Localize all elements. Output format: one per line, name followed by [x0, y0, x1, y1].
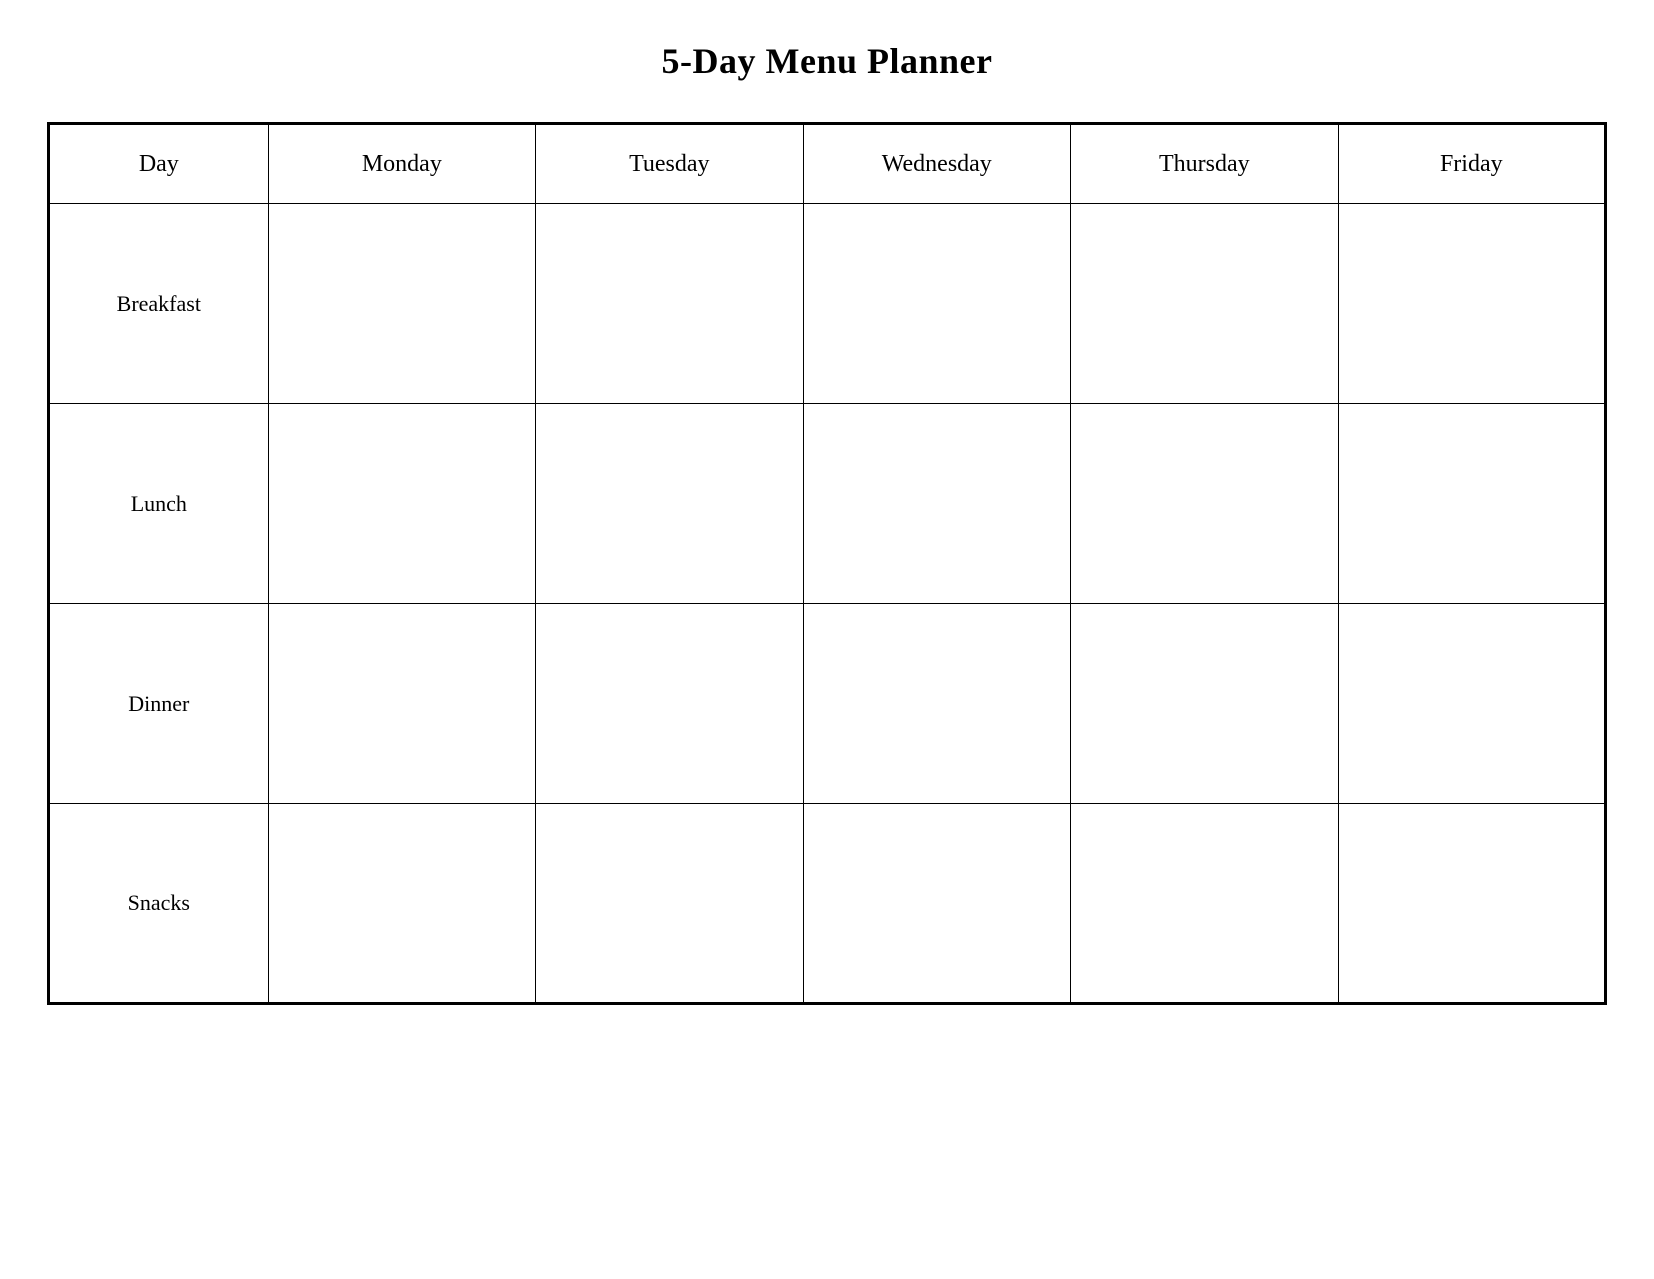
lunch-wednesday[interactable]	[803, 404, 1071, 604]
lunch-friday[interactable]	[1338, 404, 1605, 604]
breakfast-tuesday[interactable]	[536, 204, 803, 404]
table-row: Breakfast	[49, 204, 1606, 404]
dinner-wednesday[interactable]	[803, 604, 1071, 804]
dinner-friday[interactable]	[1338, 604, 1605, 804]
header-monday: Monday	[268, 124, 535, 204]
breakfast-thursday[interactable]	[1071, 204, 1338, 404]
header-friday: Friday	[1338, 124, 1605, 204]
table-row: Lunch	[49, 404, 1606, 604]
lunch-thursday[interactable]	[1071, 404, 1338, 604]
table-row: Snacks	[49, 804, 1606, 1004]
meal-label-breakfast: Breakfast	[49, 204, 269, 404]
lunch-tuesday[interactable]	[536, 404, 803, 604]
snacks-tuesday[interactable]	[536, 804, 803, 1004]
header-wednesday: Wednesday	[803, 124, 1071, 204]
dinner-thursday[interactable]	[1071, 604, 1338, 804]
meal-label-snacks: Snacks	[49, 804, 269, 1004]
table-header-row: Day Monday Tuesday Wednesday Thursday Fr…	[49, 124, 1606, 204]
header-tuesday: Tuesday	[536, 124, 803, 204]
dinner-monday[interactable]	[268, 604, 535, 804]
header-day: Day	[49, 124, 269, 204]
snacks-thursday[interactable]	[1071, 804, 1338, 1004]
meal-label-dinner: Dinner	[49, 604, 269, 804]
snacks-friday[interactable]	[1338, 804, 1605, 1004]
breakfast-wednesday[interactable]	[803, 204, 1071, 404]
dinner-tuesday[interactable]	[536, 604, 803, 804]
table-row: Dinner	[49, 604, 1606, 804]
breakfast-monday[interactable]	[268, 204, 535, 404]
snacks-wednesday[interactable]	[803, 804, 1071, 1004]
breakfast-friday[interactable]	[1338, 204, 1605, 404]
lunch-monday[interactable]	[268, 404, 535, 604]
menu-planner-table: Day Monday Tuesday Wednesday Thursday Fr…	[47, 122, 1607, 1005]
page-title: 5-Day Menu Planner	[662, 40, 993, 82]
header-thursday: Thursday	[1071, 124, 1338, 204]
snacks-monday[interactable]	[268, 804, 535, 1004]
meal-label-lunch: Lunch	[49, 404, 269, 604]
